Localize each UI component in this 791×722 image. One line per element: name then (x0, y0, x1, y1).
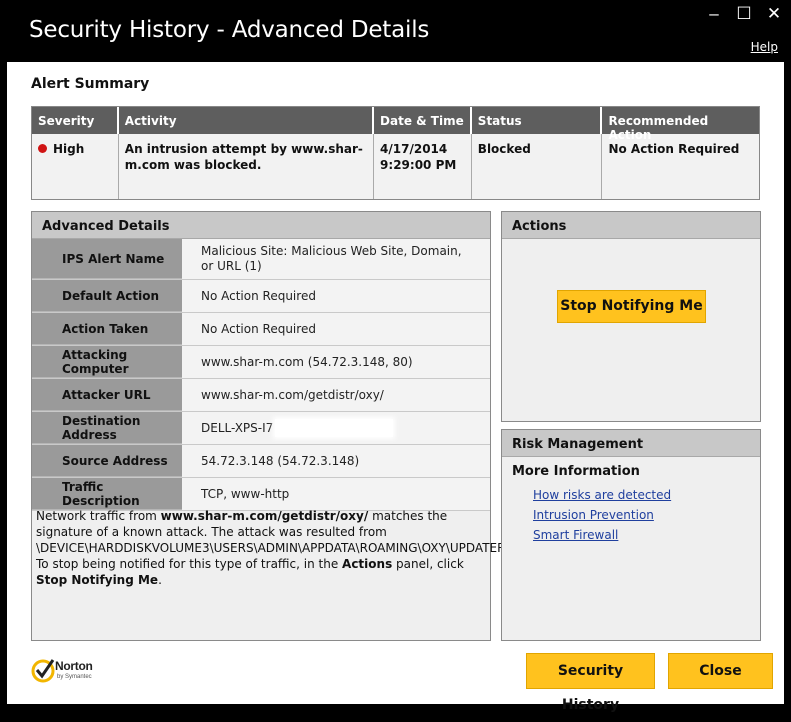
table-row[interactable]: High An intrusion attempt by www.shar-m.… (32, 134, 759, 199)
column-header-recommended-action: Recommended Action (608, 114, 709, 142)
detail-label: Attacking Computer (32, 346, 182, 378)
logo-name: Norton (55, 659, 93, 673)
column-header-status: Status (472, 107, 603, 134)
risk-management-heading: Risk Management (502, 430, 760, 457)
link-intrusion-prevention[interactable]: Intrusion Prevention (533, 508, 654, 522)
more-information-heading: More Information (512, 464, 640, 479)
column-header-activity: Activity (119, 107, 375, 134)
link-how-risks-are-detected[interactable]: How risks are detected (533, 488, 671, 502)
detail-label: Attacker URL (32, 379, 182, 411)
description-url: www.shar-m.com/getdistr/oxy/ (160, 509, 369, 523)
detail-row-attacker-url: Attacker URL www.shar-m.com/getdistr/oxy… (32, 379, 490, 412)
description-text: Network traffic from (36, 509, 161, 523)
date-value: 4/17/2014 (380, 142, 448, 156)
table-header: Severity Activity Date & Time Status Rec… (32, 107, 759, 142)
help-link[interactable]: Help (751, 40, 778, 54)
maximize-icon[interactable]: ☐ (733, 4, 755, 24)
detail-label: Traffic Description (32, 478, 182, 510)
activity-cell: An intrusion attempt by www.shar-m.com w… (119, 134, 375, 199)
detail-row-ips-alert-name: IPS Alert Name Malicious Site: Malicious… (32, 239, 490, 280)
close-icon[interactable]: ✕ (763, 4, 785, 24)
detail-value: TCP, www-http (182, 478, 490, 510)
close-button[interactable]: Close (668, 653, 773, 689)
link-smart-firewall[interactable]: Smart Firewall (533, 528, 618, 542)
detail-label: Source Address (32, 445, 182, 477)
title-bar[interactable]: Security History - Advanced Details ‒ ☐ … (0, 0, 791, 62)
detail-label: IPS Alert Name (32, 239, 182, 279)
detail-row-default-action: Default Action No Action Required (32, 280, 490, 313)
severity-dot-icon (38, 144, 47, 153)
recommended-action-cell: No Action Required (608, 142, 740, 156)
detail-value: No Action Required (182, 280, 490, 312)
detail-value: www.shar-m.com (54.72.3.148, 80) (182, 346, 490, 378)
column-header-date-time: Date & Time (374, 107, 472, 134)
detail-row-action-taken: Action Taken No Action Required (32, 313, 490, 346)
severity-value: High (53, 142, 85, 156)
actions-panel: Actions Stop Notifying Me (501, 211, 761, 422)
description-actions-word: Actions (342, 557, 393, 571)
detail-row-source-address: Source Address 54.72.3.148 (54.72.3.148) (32, 445, 490, 478)
details-list: IPS Alert Name Malicious Site: Malicious… (32, 239, 490, 511)
stop-notifying-button[interactable]: Stop Notifying Me (557, 290, 706, 323)
window: Security History - Advanced Details ‒ ☐ … (0, 0, 791, 713)
security-history-button[interactable]: Security History (526, 653, 655, 713)
detail-value: www.shar-m.com/getdistr/oxy/ (182, 379, 490, 411)
attack-description: Network traffic from www.shar-m.com/getd… (36, 508, 536, 588)
alert-summary-heading: Alert Summary (31, 76, 150, 92)
detail-row-attacking-computer: Attacking Computer www.shar-m.com (54.72… (32, 346, 490, 379)
time-value: 9:29:00 PM (380, 158, 457, 172)
description-text: . (158, 573, 162, 587)
detail-value: 54.72.3.148 (54.72.3.148) (182, 445, 490, 477)
description-text: panel, click (392, 557, 464, 571)
detail-value-cell: DELL-XPS-I7 (182, 412, 490, 444)
severity-cell: High (32, 134, 119, 199)
content-area: Alert Summary Severity Activity Date & T… (7, 62, 784, 713)
detail-row-destination-address: Destination Address DELL-XPS-I7 (32, 412, 490, 445)
redacted-area (275, 419, 394, 437)
advanced-details-panel: Advanced Details IPS Alert Name Maliciou… (31, 211, 536, 641)
detail-value: No Action Required (182, 313, 490, 345)
norton-logo: Norton by Symantec (29, 657, 119, 687)
alert-summary-table: Severity Activity Date & Time Status Rec… (31, 106, 760, 200)
detail-label: Action Taken (32, 313, 182, 345)
description-stop-word: Stop Notifying Me (36, 573, 159, 587)
logo-subtitle: by Symantec (57, 674, 92, 680)
minimize-icon[interactable]: ‒ (703, 4, 725, 24)
risk-management-panel: Risk Management More Information How ris… (501, 429, 761, 641)
detail-label: Destination Address (32, 412, 182, 444)
advanced-details-heading: Advanced Details (32, 212, 490, 239)
norton-check-icon (31, 659, 55, 683)
detail-label: Default Action (32, 280, 182, 312)
status-cell: Blocked (472, 134, 603, 199)
actions-heading: Actions (502, 212, 760, 239)
detail-value: Malicious Site: Malicious Web Site, Doma… (182, 239, 490, 279)
column-header-severity: Severity (32, 107, 119, 134)
window-title: Security History - Advanced Details (29, 17, 430, 43)
detail-value: DELL-XPS-I7 (201, 420, 274, 435)
date-time-cell: 4/17/2014 9:29:00 PM (374, 134, 472, 199)
detail-row-traffic-description: Traffic Description TCP, www-http (32, 478, 490, 511)
